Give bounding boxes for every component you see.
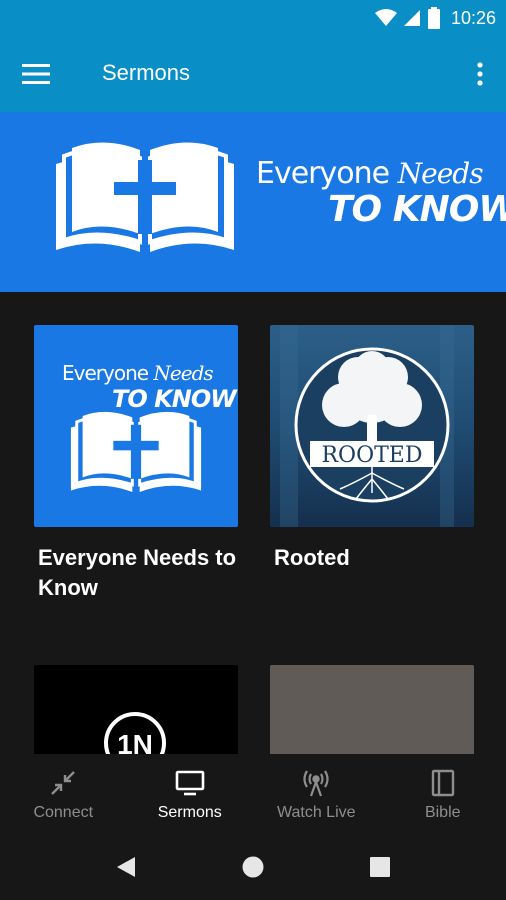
nav-item-connect[interactable]: Connect: [0, 754, 127, 836]
broadcast-antenna-icon: [301, 768, 331, 798]
series-thumbnail: 1N: [34, 665, 238, 754]
series-thumbnail: Everyone Needs TO KNOW: [34, 325, 238, 527]
rooted-wordmark: ROOTED: [321, 443, 422, 468]
open-bible-cross-logo: [56, 142, 234, 252]
nav-item-watch-live[interactable]: Watch Live: [253, 754, 380, 836]
status-icons: 10:26: [374, 0, 496, 36]
thumb-word-needs: Needs: [153, 361, 213, 385]
overflow-menu-button[interactable]: [468, 56, 492, 92]
nav-label: Sermons: [157, 804, 222, 821]
more-vertical-icon: [477, 62, 483, 86]
sermon-series-grid: Everyone Needs TO KNOW Everyone Needs to…: [0, 292, 506, 754]
recents-icon: [370, 857, 390, 877]
menu-button[interactable]: [16, 56, 56, 92]
battery-icon: [427, 7, 440, 29]
thumb-word-everyone: Everyone: [62, 361, 149, 385]
sermon-card-fourth[interactable]: [270, 665, 474, 754]
open-bible-cross-logo: [70, 411, 202, 493]
home-icon: [242, 856, 264, 878]
nav-label: Connect: [33, 804, 94, 821]
wifi-icon: [374, 9, 397, 26]
sermon-card-rooted[interactable]: ROOTED Rooted: [270, 325, 474, 573]
sermon-card-everyone-needs-to-know[interactable]: Everyone Needs TO KNOW Everyone Needs to…: [34, 325, 238, 603]
status-time: 10:26: [450, 7, 496, 28]
nav-label: Bible: [424, 804, 461, 821]
banner-title: Everyone Needs TO KNOW: [256, 156, 506, 230]
circle-1n-logo: 1N: [104, 712, 166, 754]
system-navigation-bar: [0, 836, 506, 900]
series-banner[interactable]: Everyone Needs TO KNOW: [0, 112, 506, 292]
collapse-arrows-icon: [48, 768, 78, 798]
sermon-card-title: Everyone Needs to Know: [38, 545, 237, 600]
status-bar: 10:26: [0, 0, 506, 36]
recents-button[interactable]: [365, 852, 395, 882]
page-title: Sermons: [102, 60, 191, 85]
logo-text-1n: 1N: [117, 729, 153, 754]
cell-signal-icon: [403, 10, 420, 26]
app-bar: Sermons: [0, 36, 506, 112]
nav-item-bible[interactable]: Bible: [380, 754, 506, 836]
sermon-card-title: Rooted: [274, 545, 350, 570]
series-thumbnail: [270, 665, 474, 754]
tv-icon: [175, 768, 205, 798]
back-icon: [117, 857, 135, 877]
nav-item-sermons[interactable]: Sermons: [127, 754, 254, 836]
back-button[interactable]: [111, 852, 141, 882]
series-thumbnail: ROOTED: [270, 325, 474, 527]
rooted-tree-logo: ROOTED: [280, 325, 454, 527]
home-button[interactable]: [238, 852, 268, 882]
nav-label: Watch Live: [276, 804, 356, 821]
sermon-card-third[interactable]: 1N: [34, 665, 238, 754]
thumb-word-to-know: TO KNOW: [112, 385, 237, 413]
book-icon: [428, 768, 458, 798]
screen: 10:26 Sermons Everyone Needs TO KNOW Eve…: [0, 0, 506, 900]
banner-word-everyone: Everyone: [256, 156, 390, 191]
banner-word-to-know: TO KNOW: [328, 189, 506, 230]
bottom-navigation: Connect Sermons Watch Live Bible: [0, 754, 506, 836]
banner-word-needs: Needs: [397, 157, 484, 190]
hamburger-icon: [22, 64, 50, 84]
